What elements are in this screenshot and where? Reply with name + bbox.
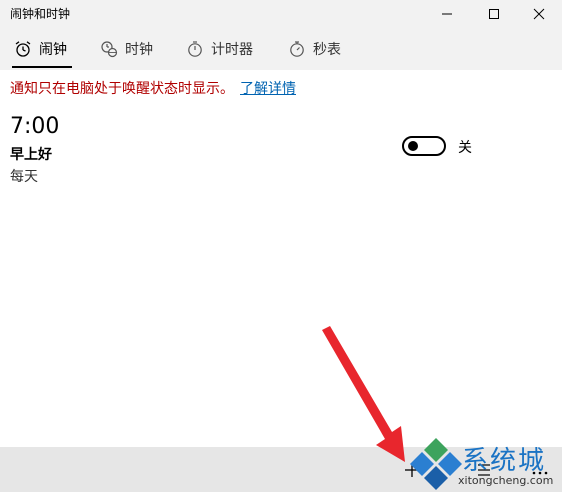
annotation-arrow <box>322 326 405 462</box>
tab-stopwatch-label: 秒表 <box>313 42 341 58</box>
alarm-toggle-label: 关 <box>458 140 472 156</box>
learn-more-link[interactable]: 了解详情 <box>240 81 296 97</box>
watermark-url: xitongcheng.com <box>458 474 554 487</box>
selected-tab-indicator <box>12 66 72 68</box>
tab-stopwatch[interactable]: 秒表 <box>288 28 341 70</box>
watermark: 系统城 xitongcheng.com <box>408 436 560 490</box>
alarm-name: 早上好 <box>10 147 52 163</box>
alarm-item[interactable]: 7:00 早上好 每天 <box>10 114 59 186</box>
watermark-text: 系统城 <box>462 446 547 476</box>
watermark-logo-icon <box>410 438 462 490</box>
alarm-clock-icon <box>14 40 32 58</box>
minimize-button[interactable] <box>424 0 470 28</box>
stopwatch-icon <box>288 40 306 58</box>
notice-message: 通知只在电脑处于唤醒状态时显示。 <box>10 81 234 97</box>
tab-alarm-label: 闹钟 <box>39 42 67 58</box>
toggle-knob <box>408 141 418 151</box>
tab-timer[interactable]: 计时器 <box>186 28 253 70</box>
alarm-time: 7:00 <box>10 114 60 139</box>
timer-icon <box>186 40 204 58</box>
tab-timer-label: 计时器 <box>211 42 253 58</box>
notification-notice: 通知只在电脑处于唤醒状态时显示。 了解详情 <box>10 78 296 98</box>
tab-bar: 闹钟 时钟 计时器 秒表 <box>0 28 562 70</box>
tab-alarm[interactable]: 闹钟 <box>14 28 67 70</box>
window-title: 闹钟和时钟 <box>10 7 71 21</box>
close-button[interactable] <box>516 0 562 28</box>
maximize-button[interactable] <box>471 0 517 28</box>
title-bar: 闹钟和时钟 <box>0 0 562 28</box>
maximize-icon <box>489 9 499 19</box>
tab-clock-label: 时钟 <box>125 42 153 58</box>
world-clock-icon <box>100 40 118 58</box>
minimize-icon <box>442 13 452 15</box>
tab-clock[interactable]: 时钟 <box>100 28 153 70</box>
alarm-repeat: 每天 <box>10 169 38 185</box>
close-icon <box>533 8 545 20</box>
alarm-toggle[interactable] <box>402 136 446 156</box>
